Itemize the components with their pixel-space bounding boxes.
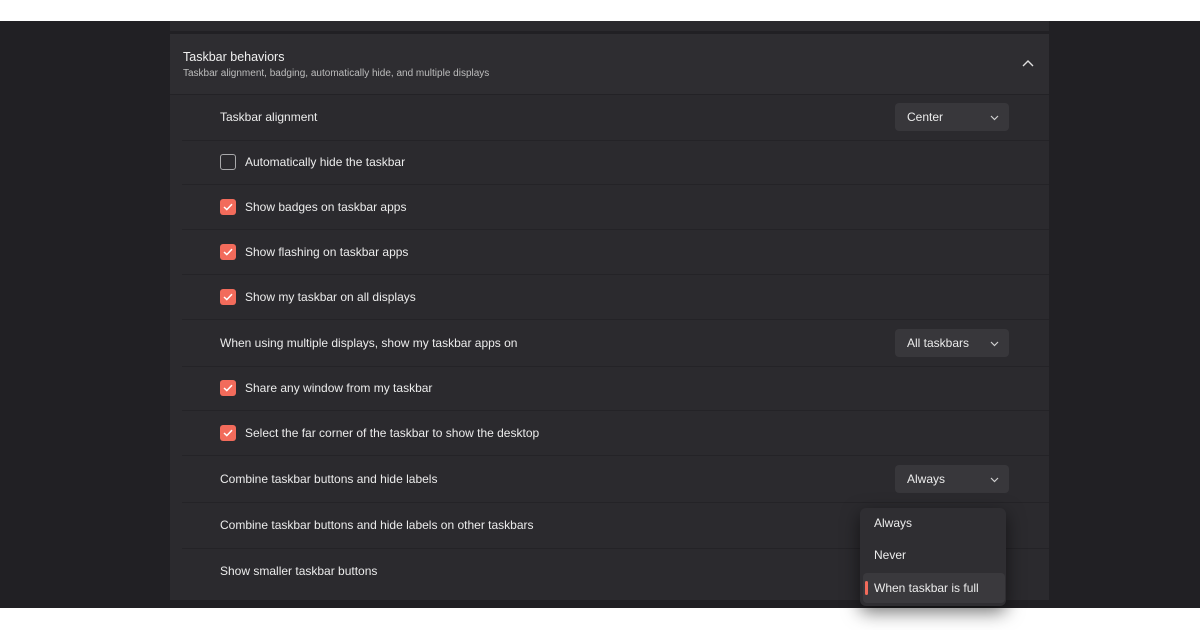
menu-item-always[interactable]: Always bbox=[860, 508, 1006, 538]
auto-hide-checkbox[interactable] bbox=[220, 154, 236, 170]
smaller-buttons-label: Show smaller taskbar buttons bbox=[220, 564, 378, 578]
setting-row-far-corner: Select the far corner of the taskbar to … bbox=[182, 411, 1049, 456]
section-title: Taskbar behaviors bbox=[183, 50, 285, 64]
checkmark-icon bbox=[223, 248, 233, 256]
combine-other-label: Combine taskbar buttons and hide labels … bbox=[220, 518, 534, 532]
alignment-select[interactable]: Center bbox=[895, 103, 1009, 131]
share-window-label: Share any window from my taskbar bbox=[245, 381, 433, 395]
menu-item-label: Never bbox=[874, 548, 907, 562]
all-displays-checkbox[interactable] bbox=[220, 289, 236, 305]
multi-display-apps-label: When using multiple displays, show my ta… bbox=[220, 336, 518, 350]
setting-row-share-window: Share any window from my taskbar bbox=[182, 366, 1049, 411]
chevron-down-icon bbox=[990, 115, 999, 121]
far-corner-label: Select the far corner of the taskbar to … bbox=[245, 426, 540, 440]
badges-checkbox[interactable] bbox=[220, 199, 236, 215]
setting-row-flashing: Show flashing on taskbar apps bbox=[182, 230, 1049, 275]
setting-row-badges: Show badges on taskbar apps bbox=[182, 185, 1049, 230]
checkmark-icon bbox=[223, 293, 233, 301]
selection-indicator bbox=[865, 581, 868, 595]
setting-row-all-displays: Show my taskbar on all displays bbox=[182, 275, 1049, 320]
flashing-checkbox[interactable] bbox=[220, 244, 236, 260]
share-window-checkbox[interactable] bbox=[220, 380, 236, 396]
section-subtitle: Taskbar alignment, badging, automaticall… bbox=[183, 68, 490, 79]
badges-label: Show badges on taskbar apps bbox=[245, 200, 407, 214]
checkmark-icon bbox=[223, 384, 233, 392]
chevron-down-icon bbox=[990, 341, 999, 347]
multi-display-apps-select[interactable]: All taskbars bbox=[895, 329, 1009, 357]
alignment-label: Taskbar alignment bbox=[220, 110, 318, 124]
alignment-select-value: Center bbox=[907, 110, 944, 124]
checkmark-icon bbox=[223, 429, 233, 437]
auto-hide-label: Automatically hide the taskbar bbox=[245, 155, 406, 169]
far-corner-checkbox[interactable] bbox=[220, 425, 236, 441]
combine-dropdown-menu: Always Never When taskbar is full bbox=[860, 508, 1006, 606]
combine-label: Combine taskbar buttons and hide labels bbox=[220, 472, 438, 486]
multi-display-apps-select-value: All taskbars bbox=[907, 336, 970, 350]
setting-row-auto-hide: Automatically hide the taskbar bbox=[182, 140, 1049, 185]
setting-row-combine: Combine taskbar buttons and hide labels … bbox=[182, 456, 1049, 503]
menu-item-when-full[interactable]: When taskbar is full bbox=[863, 573, 1005, 603]
menu-item-never[interactable]: Never bbox=[860, 540, 1006, 570]
menu-item-label: When taskbar is full bbox=[874, 581, 979, 595]
checkmark-icon bbox=[223, 203, 233, 211]
all-displays-label: Show my taskbar on all displays bbox=[245, 290, 416, 304]
setting-row-alignment: Taskbar alignment Center bbox=[182, 94, 1049, 141]
combine-select[interactable]: Always bbox=[895, 465, 1009, 493]
chevron-down-icon bbox=[990, 477, 999, 483]
previous-section-edge bbox=[170, 21, 1049, 31]
section-header[interactable]: Taskbar behaviors Taskbar alignment, bad… bbox=[170, 34, 1049, 95]
flashing-label: Show flashing on taskbar apps bbox=[245, 245, 409, 259]
menu-item-label: Always bbox=[874, 516, 913, 530]
combine-select-value: Always bbox=[907, 472, 946, 486]
settings-window: Taskbar behaviors Taskbar alignment, bad… bbox=[0, 21, 1200, 608]
setting-row-multi-display-apps: When using multiple displays, show my ta… bbox=[182, 320, 1049, 367]
chevron-up-icon[interactable] bbox=[1021, 56, 1035, 70]
